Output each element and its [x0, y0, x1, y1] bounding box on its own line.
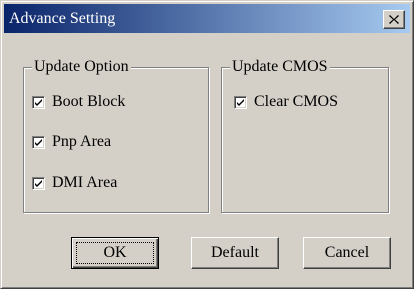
pnp-area-option[interactable]: Pnp Area	[32, 133, 111, 151]
boot-block-label: Boot Block	[52, 93, 126, 110]
clear-cmos-option[interactable]: Clear CMOS	[234, 93, 338, 111]
dmi-area-option[interactable]: DMI Area	[32, 174, 117, 192]
close-icon	[389, 15, 399, 24]
clear-cmos-label: Clear CMOS	[254, 93, 338, 110]
dmi-area-checkbox[interactable]	[32, 176, 45, 190]
close-button[interactable]	[383, 10, 405, 29]
default-button[interactable]: Default	[191, 237, 279, 269]
clear-cmos-checkbox[interactable]	[234, 95, 247, 109]
update-option-legend: Update Option	[32, 58, 131, 76]
cancel-button[interactable]: Cancel	[303, 237, 391, 269]
update-cmos-group: Update CMOS Clear CMOS	[221, 58, 389, 213]
advance-setting-dialog: Advance Setting Update Option Boot Block	[0, 0, 414, 289]
pnp-area-label: Pnp Area	[52, 133, 112, 150]
window-title: Advance Setting	[9, 10, 116, 27]
update-cmos-legend: Update CMOS	[230, 58, 330, 76]
checkmark-icon	[35, 138, 42, 146]
checkmark-icon	[35, 98, 42, 106]
checkmark-icon	[237, 98, 244, 106]
boot-block-option[interactable]: Boot Block	[32, 93, 125, 111]
focus-rect	[76, 242, 154, 264]
pnp-area-checkbox[interactable]	[32, 135, 45, 149]
boot-block-checkbox[interactable]	[32, 95, 45, 109]
ok-button[interactable]: OK	[71, 237, 159, 269]
cancel-button-label: Cancel	[324, 244, 370, 261]
update-option-group: Update Option Boot Block Pnp Area DMI Ar…	[23, 58, 209, 213]
default-button-label: Default	[211, 244, 259, 261]
dmi-area-label: DMI Area	[52, 174, 118, 191]
title-bar[interactable]: Advance Setting	[4, 4, 410, 33]
checkmark-icon	[35, 179, 42, 187]
